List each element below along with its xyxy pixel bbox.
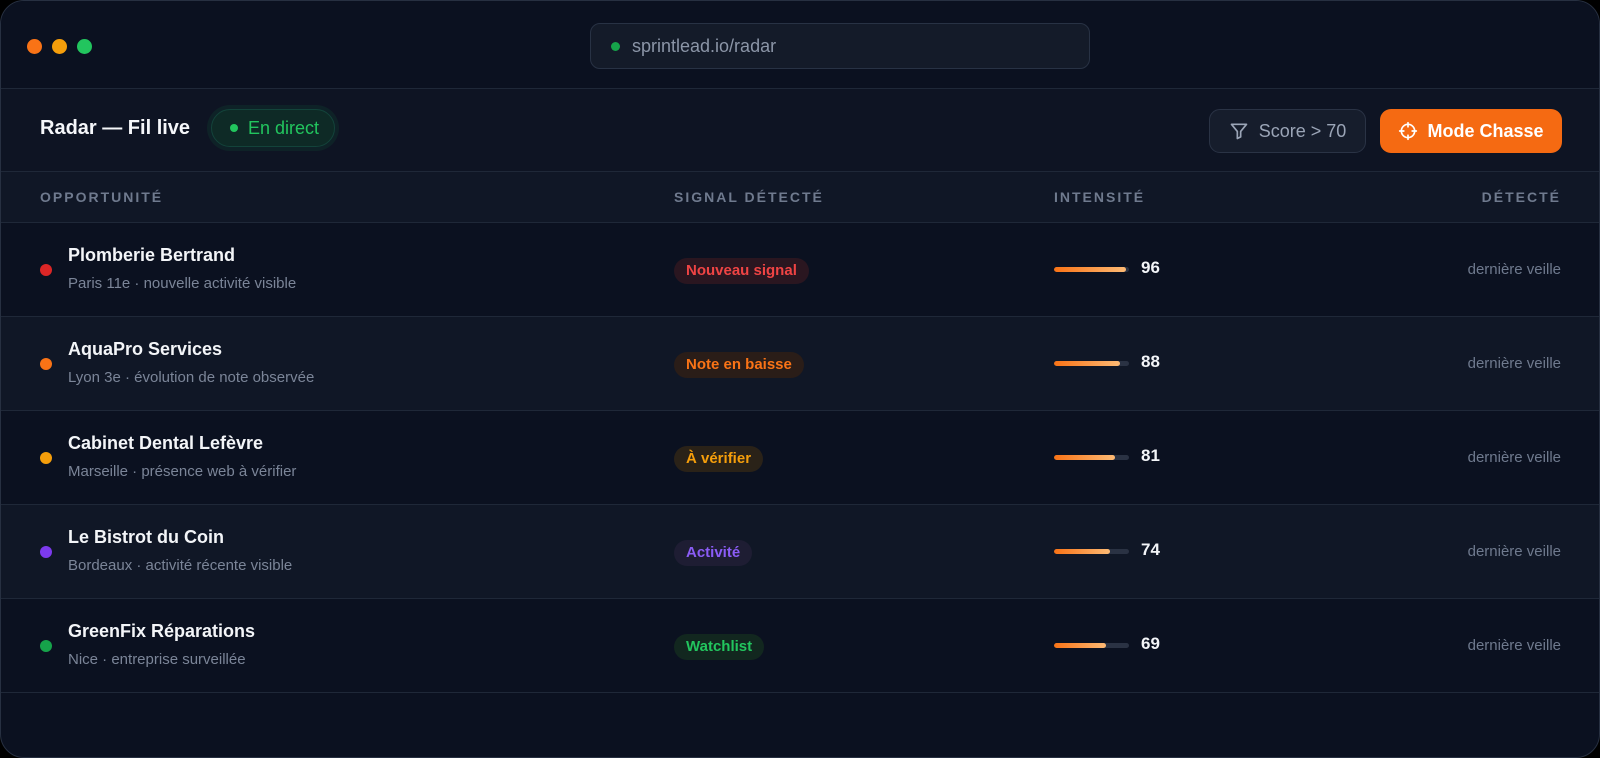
column-signal[interactable]: SIGNAL DÉTECTÉ: [674, 189, 824, 205]
intensity-bar-fill: [1054, 361, 1120, 366]
opportunity-details: Paris 11e · nouvelle activité visible: [68, 275, 297, 292]
opportunity-name[interactable]: GreenFix Réparations: [68, 621, 255, 642]
intensity-bar: [1054, 455, 1129, 460]
maximize-window-icon[interactable]: [77, 39, 92, 54]
url-text: sprintlead.io/radar: [632, 35, 777, 56]
live-status-label: En direct: [248, 117, 320, 138]
live-status-badge: En direct: [211, 109, 336, 147]
opportunity-details: Bordeaux · activité récente visible: [68, 557, 293, 574]
status-dot-icon: [40, 546, 52, 558]
table-row[interactable]: Plomberie Bertrand Paris 11e · nouvelle a…: [1, 223, 1599, 317]
score-filter-button[interactable]: Score > 70: [1209, 109, 1366, 153]
status-dot-icon: [40, 452, 52, 464]
score-filter-label: Score > 70: [1258, 120, 1347, 141]
intensity-score: 81: [1141, 446, 1160, 465]
table-row[interactable]: Cabinet Dental Lefèvre Marseille · présen…: [1, 411, 1599, 505]
intensity-bar-fill: [1054, 455, 1115, 460]
table-row[interactable]: GreenFix Réparations Nice · entreprise su…: [1, 599, 1599, 693]
app-window: sprintlead.io/radar Radar — Fil live En …: [0, 0, 1600, 758]
column-intensity[interactable]: INTENSITÉ: [1054, 189, 1145, 205]
opportunity-details: Nice · entreprise surveillée: [68, 651, 246, 668]
intensity-bar: [1054, 361, 1129, 366]
opportunity-name[interactable]: Le Bistrot du Coin: [68, 527, 224, 548]
detected-time: dernière veille: [1467, 543, 1561, 560]
status-dot-icon: [40, 358, 52, 370]
page-title: Radar — Fil live: [40, 117, 191, 139]
table-row[interactable]: Le Bistrot du Coin Bordeaux · activité ré…: [1, 505, 1599, 599]
detected-time: dernière veille: [1467, 637, 1561, 654]
table-header: OPPORTUNITÉ SIGNAL DÉTECTÉ INTENSITÉ DÉT…: [1, 172, 1599, 223]
status-dot-icon: [40, 640, 52, 652]
intensity-score: 69: [1141, 634, 1160, 653]
live-indicator-icon: [230, 124, 238, 132]
opportunity-details: Marseille · présence web à vérifier: [68, 463, 297, 480]
funnel-icon: [1230, 123, 1248, 140]
signal-tag: Nouveau signal: [674, 258, 809, 284]
table-row[interactable]: AquaPro Services Lyon 3e · évolution de n…: [1, 317, 1599, 411]
intensity-bar-fill: [1054, 267, 1126, 272]
close-window-icon[interactable]: [27, 39, 42, 54]
status-dot-icon: [40, 264, 52, 276]
intensity-score: 74: [1141, 540, 1160, 559]
signal-tag: Note en baisse: [674, 352, 804, 378]
signal-tag: Watchlist: [674, 634, 765, 660]
signal-tag: À vérifier: [674, 446, 764, 472]
opportunity-name[interactable]: Cabinet Dental Lefèvre: [68, 433, 263, 454]
crosshair-icon: [1399, 121, 1418, 141]
browser-titlebar: sprintlead.io/radar: [1, 1, 1599, 89]
signal-tag: Activité: [674, 540, 753, 566]
intensity-bar: [1054, 549, 1129, 554]
detected-time: dernière veille: [1467, 261, 1561, 278]
page-toolbar: Radar — Fil live En direct Score > 70 Mo…: [1, 89, 1599, 172]
intensity-bar: [1054, 267, 1129, 272]
column-opportunity[interactable]: OPPORTUNITÉ: [40, 189, 163, 205]
intensity-score: 88: [1141, 352, 1160, 371]
opportunity-name[interactable]: Plomberie Bertrand: [68, 245, 235, 266]
intensity-bar-fill: [1054, 643, 1106, 648]
secure-status-icon: [611, 41, 620, 51]
opportunity-details: Lyon 3e · évolution de note observée: [68, 369, 315, 386]
opportunity-name[interactable]: AquaPro Services: [68, 339, 222, 360]
intensity-bar: [1054, 643, 1129, 648]
address-bar[interactable]: sprintlead.io/radar: [590, 23, 1090, 69]
detected-time: dernière veille: [1467, 449, 1561, 466]
intensity-score: 96: [1141, 258, 1160, 277]
window-controls: [27, 39, 92, 54]
minimize-window-icon[interactable]: [52, 39, 67, 54]
hunt-mode-button[interactable]: Mode Chasse: [1380, 109, 1562, 153]
column-detected[interactable]: DÉTECTÉ: [1482, 189, 1561, 205]
intensity-bar-fill: [1054, 549, 1110, 554]
hunt-mode-label: Mode Chasse: [1427, 120, 1544, 141]
detected-time: dernière veille: [1467, 355, 1561, 372]
